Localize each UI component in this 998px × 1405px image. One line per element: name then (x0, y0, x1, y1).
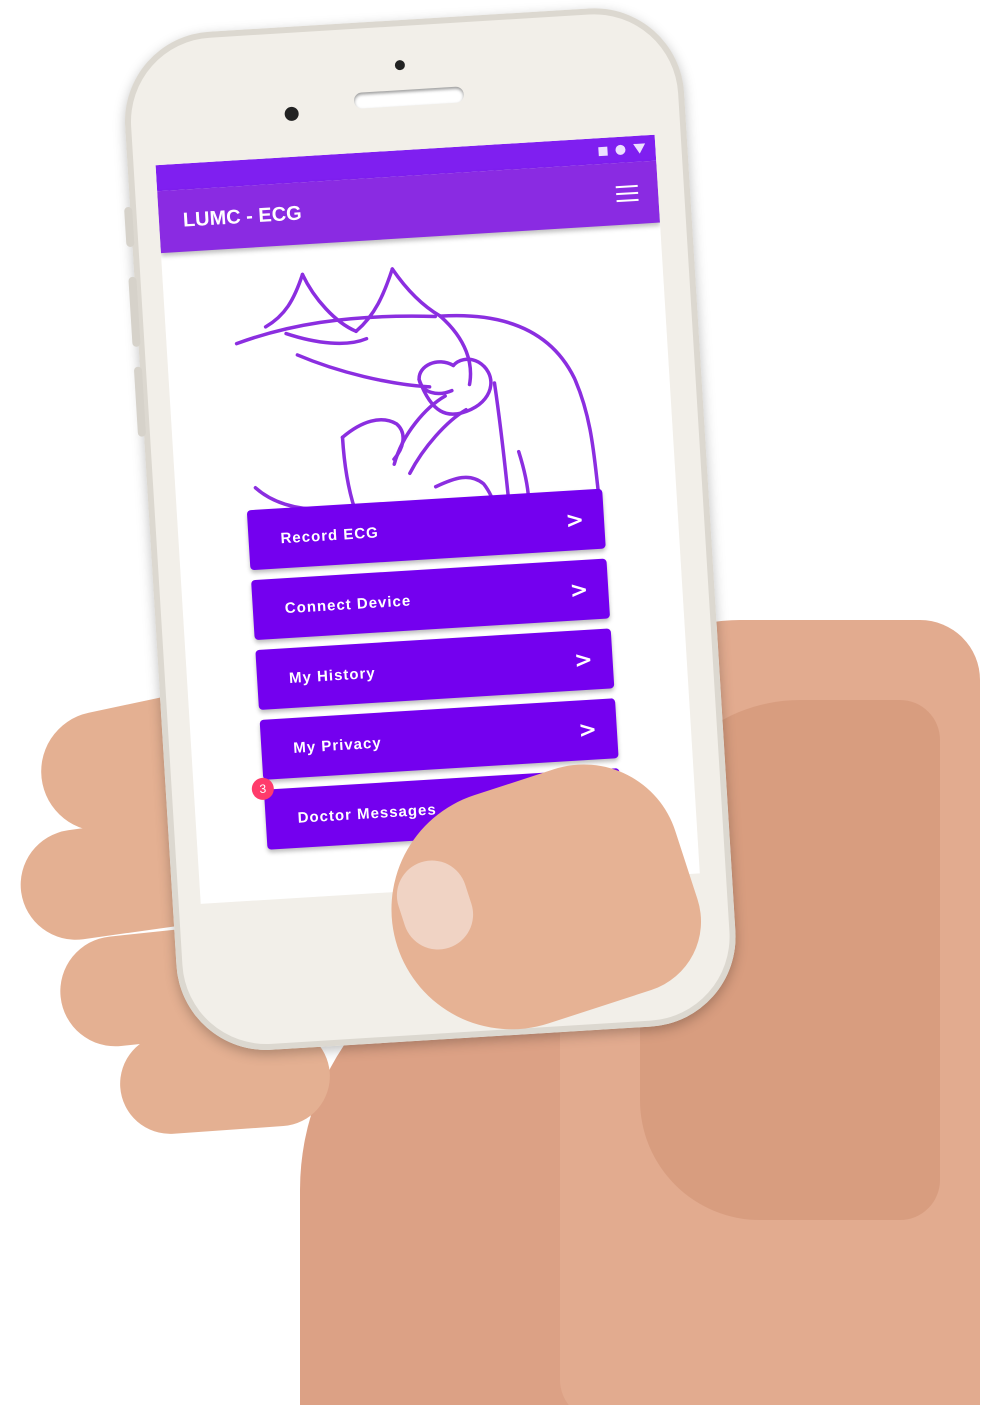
chevron-right-icon: > (577, 716, 598, 743)
front-camera-icon (284, 106, 300, 122)
chevron-right-icon: > (573, 647, 594, 674)
button-label: My Privacy (292, 734, 383, 757)
chevron-right-icon: > (564, 507, 585, 534)
unread-count-badge: 3 (251, 777, 275, 801)
hamburger-menu-icon[interactable] (615, 184, 639, 203)
button-label: Doctor Messages (297, 800, 438, 827)
connect-device-button[interactable]: Connect Device > (251, 558, 611, 641)
earpiece-speaker (353, 86, 465, 110)
app-title: LUMC - ECG (182, 201, 303, 232)
button-label: Connect Device (284, 591, 412, 617)
square-icon (598, 146, 608, 156)
proximity-sensor (394, 59, 406, 71)
mute-switch (124, 206, 135, 248)
button-label: My History (288, 664, 377, 687)
photo-stage: LUMC - ECG Record ECG > Connect Device >… (0, 0, 998, 1405)
circle-icon (615, 144, 626, 156)
chevron-right-icon: > (569, 577, 590, 604)
my-history-button[interactable]: My History > (255, 628, 615, 710)
button-label: Record ECG (280, 523, 380, 547)
triangle-icon (633, 143, 646, 155)
chest-device-illustration-icon (234, 267, 601, 512)
volume-down-button (133, 366, 147, 437)
volume-up-button (128, 276, 141, 347)
